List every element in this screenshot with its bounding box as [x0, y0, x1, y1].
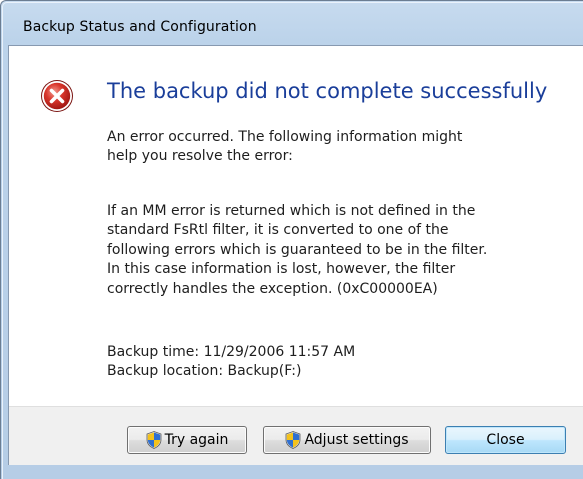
adjust-settings-label: Adjust settings [304, 432, 409, 448]
close-label: Close [486, 432, 525, 448]
detail-line: following errors which is guaranteed to … [107, 241, 488, 258]
backup-info: Backup time: 11/29/2006 11:57 AM Backup … [107, 343, 355, 382]
error-icon [41, 80, 73, 112]
error-details: If an MM error is returned which is not … [107, 202, 487, 299]
close-button[interactable]: Close [445, 426, 566, 454]
detail-line: In this case information is lost, howeve… [107, 261, 456, 278]
detail-line: standard FsRtl filter, it is converted t… [107, 222, 449, 239]
try-again-button[interactable]: Try again [127, 426, 247, 454]
detail-line: If an MM error is returned which is not … [107, 203, 476, 219]
adjust-settings-button[interactable]: Adjust settings [263, 426, 431, 454]
detail-line: correctly handles the exception. (0xC000… [107, 280, 438, 297]
window-title: Backup Status and Configuration [23, 19, 257, 35]
uac-shield-icon [146, 431, 161, 449]
backup-location: Backup location: Backup(F:) [107, 363, 302, 380]
try-again-label: Try again [164, 432, 229, 448]
uac-shield-icon [286, 431, 301, 449]
intro-line: help you resolve the error: [107, 148, 293, 165]
backup-time: Backup time: 11/29/2006 11:57 AM [107, 344, 356, 360]
intro-message: An error occurred. The following informa… [107, 128, 462, 167]
intro-line: An error occurred. The following informa… [107, 129, 463, 145]
error-heading: The backup did not complete successfully [107, 79, 548, 103]
